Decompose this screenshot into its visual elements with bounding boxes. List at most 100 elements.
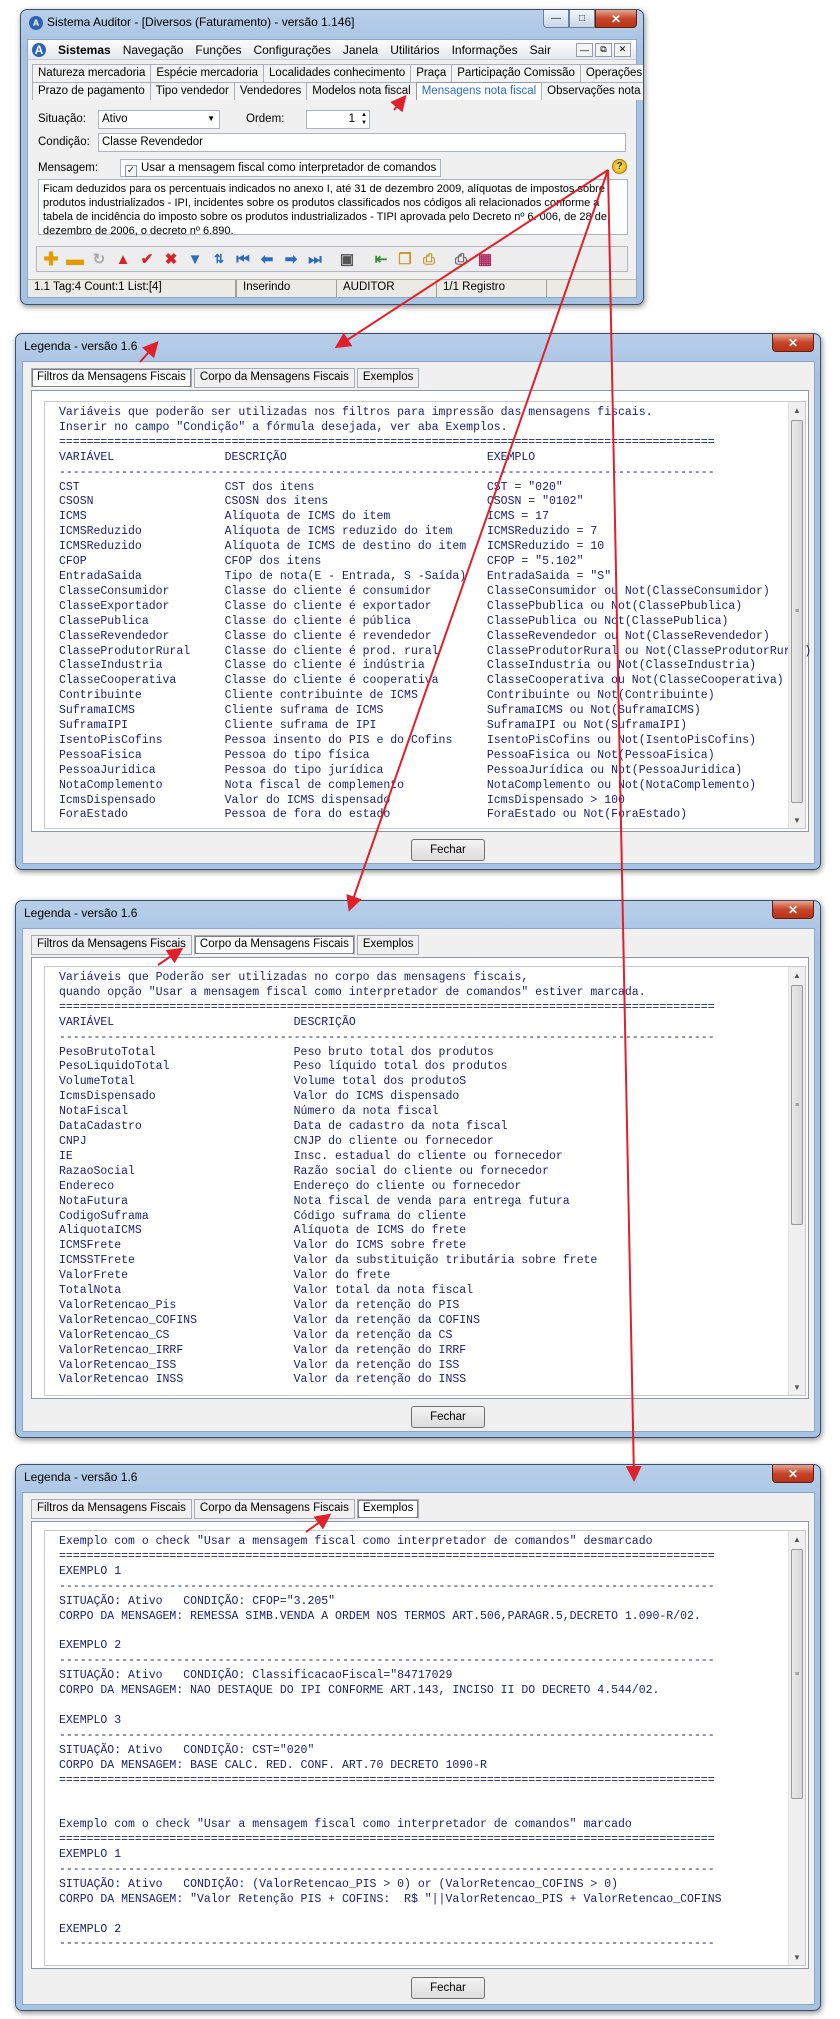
print-icon[interactable]: ⎙ xyxy=(451,249,471,269)
last-record-icon[interactable]: ⏭ xyxy=(305,249,325,269)
mensagem-label: Mensagem: xyxy=(38,162,99,174)
tab-exemplos[interactable]: Exemplos xyxy=(356,1499,420,1519)
tabs-row-1: Natureza mercadoria Espécie mercadoria L… xyxy=(32,64,643,82)
tab-prazo-pagamento[interactable]: Prazo de pagamento xyxy=(32,82,151,100)
condicao-input[interactable]: Classe Revendedor xyxy=(98,133,626,152)
scroll-down-icon[interactable]: ▼ xyxy=(789,812,805,828)
interpretador-checkbox[interactable]: ✓ Usar a mensagem fiscal como interpretad… xyxy=(120,159,442,177)
mensagem-textarea[interactable]: Ficam deduzidos para os percentuais indi… xyxy=(38,179,628,237)
filtros-scrollbar[interactable]: ▲ ≡ ▼ xyxy=(788,402,805,828)
ordem-label: Ordem: xyxy=(246,113,285,125)
tab-filtros[interactable]: Filtros da Mensagens Fiscais xyxy=(31,1499,192,1519)
first-record-icon[interactable]: ⏮ xyxy=(233,249,253,269)
legend-close-button-1[interactable]: ✕ xyxy=(772,334,814,352)
legend-titlebar-3[interactable]: Legenda - versão 1.6 ✕ xyxy=(16,1465,820,1489)
minimize-button[interactable]: — xyxy=(543,10,569,28)
remove-icon[interactable]: ▬ xyxy=(65,249,85,269)
help-question-icon[interactable]: ? xyxy=(612,159,627,174)
scroll-up-icon[interactable]: ▲ xyxy=(789,1531,805,1547)
paste-icon[interactable]: ⎙ xyxy=(419,249,439,269)
exemplos-pane: Exemplo com o check "Usar a mensagem fis… xyxy=(31,1521,809,1969)
fechar-button-2[interactable]: Fechar xyxy=(411,1406,485,1428)
main-titlebar[interactable]: A Sistema Auditor - [Diversos (Faturament… xyxy=(21,10,643,34)
exemplos-scrollbar[interactable]: ▲ ≡ ▼ xyxy=(788,1531,805,1965)
legend-close-button-2[interactable]: ✕ xyxy=(772,901,814,919)
scroll-thumb[interactable]: ≡ xyxy=(791,1549,803,1799)
ordem-value: 1 xyxy=(348,113,355,125)
scroll-down-icon[interactable]: ▼ xyxy=(789,1379,805,1395)
record-toolbar: ✚ ▬ ↻ ▲ ✔ ✖ ▼ ⇅ ⏮ ⬅ ➡ ⏭ ▣ ⇤ ❐ ⎙ ⎙ ▦ xyxy=(36,246,628,272)
scroll-down-icon[interactable]: ▼ xyxy=(789,1949,805,1965)
situacao-label: Situação: xyxy=(38,113,86,125)
mdi-close-button[interactable]: ✕ xyxy=(614,42,631,57)
corpo-scrollbar[interactable]: ▲ ≡ ▼ xyxy=(788,967,805,1395)
mdi-minimize-button[interactable]: — xyxy=(576,42,593,57)
tab-mensagens-nota-fiscal[interactable]: Mensagens nota fiscal xyxy=(415,82,543,100)
menu-navegacao[interactable]: Navegação xyxy=(123,43,184,57)
tab-vendedores[interactable]: Vendedores xyxy=(233,82,308,100)
tab-observacoes-nota-fiscal[interactable]: Observações nota fiscal xyxy=(541,82,643,100)
add-icon[interactable]: ✚ xyxy=(41,249,61,269)
condicao-label: Condição: xyxy=(38,136,90,148)
menu-janela[interactable]: Janela xyxy=(343,43,378,57)
tab-corpo[interactable]: Corpo da Mensagens Fiscais xyxy=(193,368,355,388)
scroll-thumb[interactable]: ≡ xyxy=(791,420,803,803)
tab-filtros[interactable]: Filtros da Mensagens Fiscais xyxy=(31,935,192,955)
tab-localidades-conhecimento[interactable]: Localidades conhecimento xyxy=(263,64,412,82)
filter-icon[interactable]: ▼ xyxy=(185,249,205,269)
exemplos-text: Exemplo com o check "Usar a mensagem fis… xyxy=(59,1535,722,1951)
tab-participacao-comissao[interactable]: Participação Comissão xyxy=(451,64,581,82)
tab-natureza-mercadoria[interactable]: Natureza mercadoria xyxy=(32,64,152,82)
tab-tipo-vendedor[interactable]: Tipo vendedor xyxy=(149,82,235,100)
fechar-button-3[interactable]: Fechar xyxy=(411,1977,485,1999)
up-triangle-icon[interactable]: ▲ xyxy=(113,249,133,269)
tab-modelos-nota-fiscal[interactable]: Modelos nota fiscal xyxy=(306,82,417,100)
scroll-up-icon[interactable]: ▲ xyxy=(789,402,805,418)
tab-corpo[interactable]: Corpo da Mensagens Fiscais xyxy=(193,1499,355,1519)
save-disk-icon[interactable]: ▣ xyxy=(337,249,357,269)
calculator-icon[interactable]: ▦ xyxy=(475,249,495,269)
menu-informacoes[interactable]: Informações xyxy=(452,43,518,57)
close-button[interactable]: ✕ xyxy=(595,10,637,28)
mdi-restore-button[interactable]: ⧉ xyxy=(595,42,612,57)
menu-configuracoes[interactable]: Configurações xyxy=(253,43,330,57)
tab-operacoes-caixa[interactable]: Operações Caixa xyxy=(579,64,643,82)
refresh-icon[interactable]: ↻ xyxy=(89,249,109,269)
maximize-button[interactable]: □ xyxy=(569,10,595,28)
menu-utilitarios[interactable]: Utilitários xyxy=(390,43,439,57)
filtros-text: Variáveis que poderão ser utilizadas nos… xyxy=(59,406,812,822)
chevron-down-icon: ▼ xyxy=(207,114,215,123)
main-client-area: A Sistemas Navegação Funções Configuraçõ… xyxy=(27,39,643,298)
scroll-thumb[interactable]: ≡ xyxy=(791,985,803,1225)
legend-titlebar-1[interactable]: Legenda - versão 1.6 ✕ xyxy=(16,334,820,358)
legend-close-button-3[interactable]: ✕ xyxy=(772,1465,814,1483)
menu-funcoes[interactable]: Funções xyxy=(195,43,241,57)
situacao-select[interactable]: Ativo ▼ xyxy=(98,110,220,129)
next-record-icon[interactable]: ➡ xyxy=(281,249,301,269)
legend-window-exemplos: Legenda - versão 1.6 ✕ Filtros da Mensag… xyxy=(15,1464,821,2011)
status-tag-info: 1.1 Tag:4 Count:1 List:[4] xyxy=(28,280,236,297)
cancel-x-icon[interactable]: ✖ xyxy=(161,249,181,269)
sistemas-menu-icon[interactable]: A xyxy=(32,42,46,57)
scroll-up-icon[interactable]: ▲ xyxy=(789,967,805,983)
menu-sistemas[interactable]: Sistemas xyxy=(58,43,111,57)
tab-corpo[interactable]: Corpo da Mensagens Fiscais xyxy=(193,935,355,955)
tab-exemplos[interactable]: Exemplos xyxy=(356,368,420,388)
menu-sair[interactable]: Sair xyxy=(530,43,551,57)
confirm-check-icon[interactable]: ✔ xyxy=(137,249,157,269)
legend-window-corpo: Legenda - versão 1.6 ✕ Filtros da Mensag… xyxy=(15,900,821,1438)
copy-icon[interactable]: ❐ xyxy=(395,249,415,269)
sort-icon[interactable]: ⇅ xyxy=(209,249,229,269)
fechar-button-1[interactable]: Fechar xyxy=(411,839,485,861)
tab-especie-mercadoria[interactable]: Espécie mercadoria xyxy=(150,64,265,82)
tab-exemplos[interactable]: Exemplos xyxy=(356,935,420,955)
legend-titlebar-2[interactable]: Legenda - versão 1.6 ✕ xyxy=(16,901,820,925)
ordem-input[interactable]: 1 ▲ ▼ xyxy=(306,110,370,129)
tab-filtros[interactable]: Filtros da Mensagens Fiscais xyxy=(31,368,192,388)
status-mode: Inserindo xyxy=(237,280,337,297)
previous-record-icon[interactable]: ⬅ xyxy=(257,249,277,269)
spinner-arrows-icon[interactable]: ▲ ▼ xyxy=(361,111,367,127)
import-icon[interactable]: ⇤ xyxy=(371,249,391,269)
legend-title-2: Legenda - versão 1.6 xyxy=(24,906,138,920)
tab-praca[interactable]: Praça xyxy=(410,64,453,82)
